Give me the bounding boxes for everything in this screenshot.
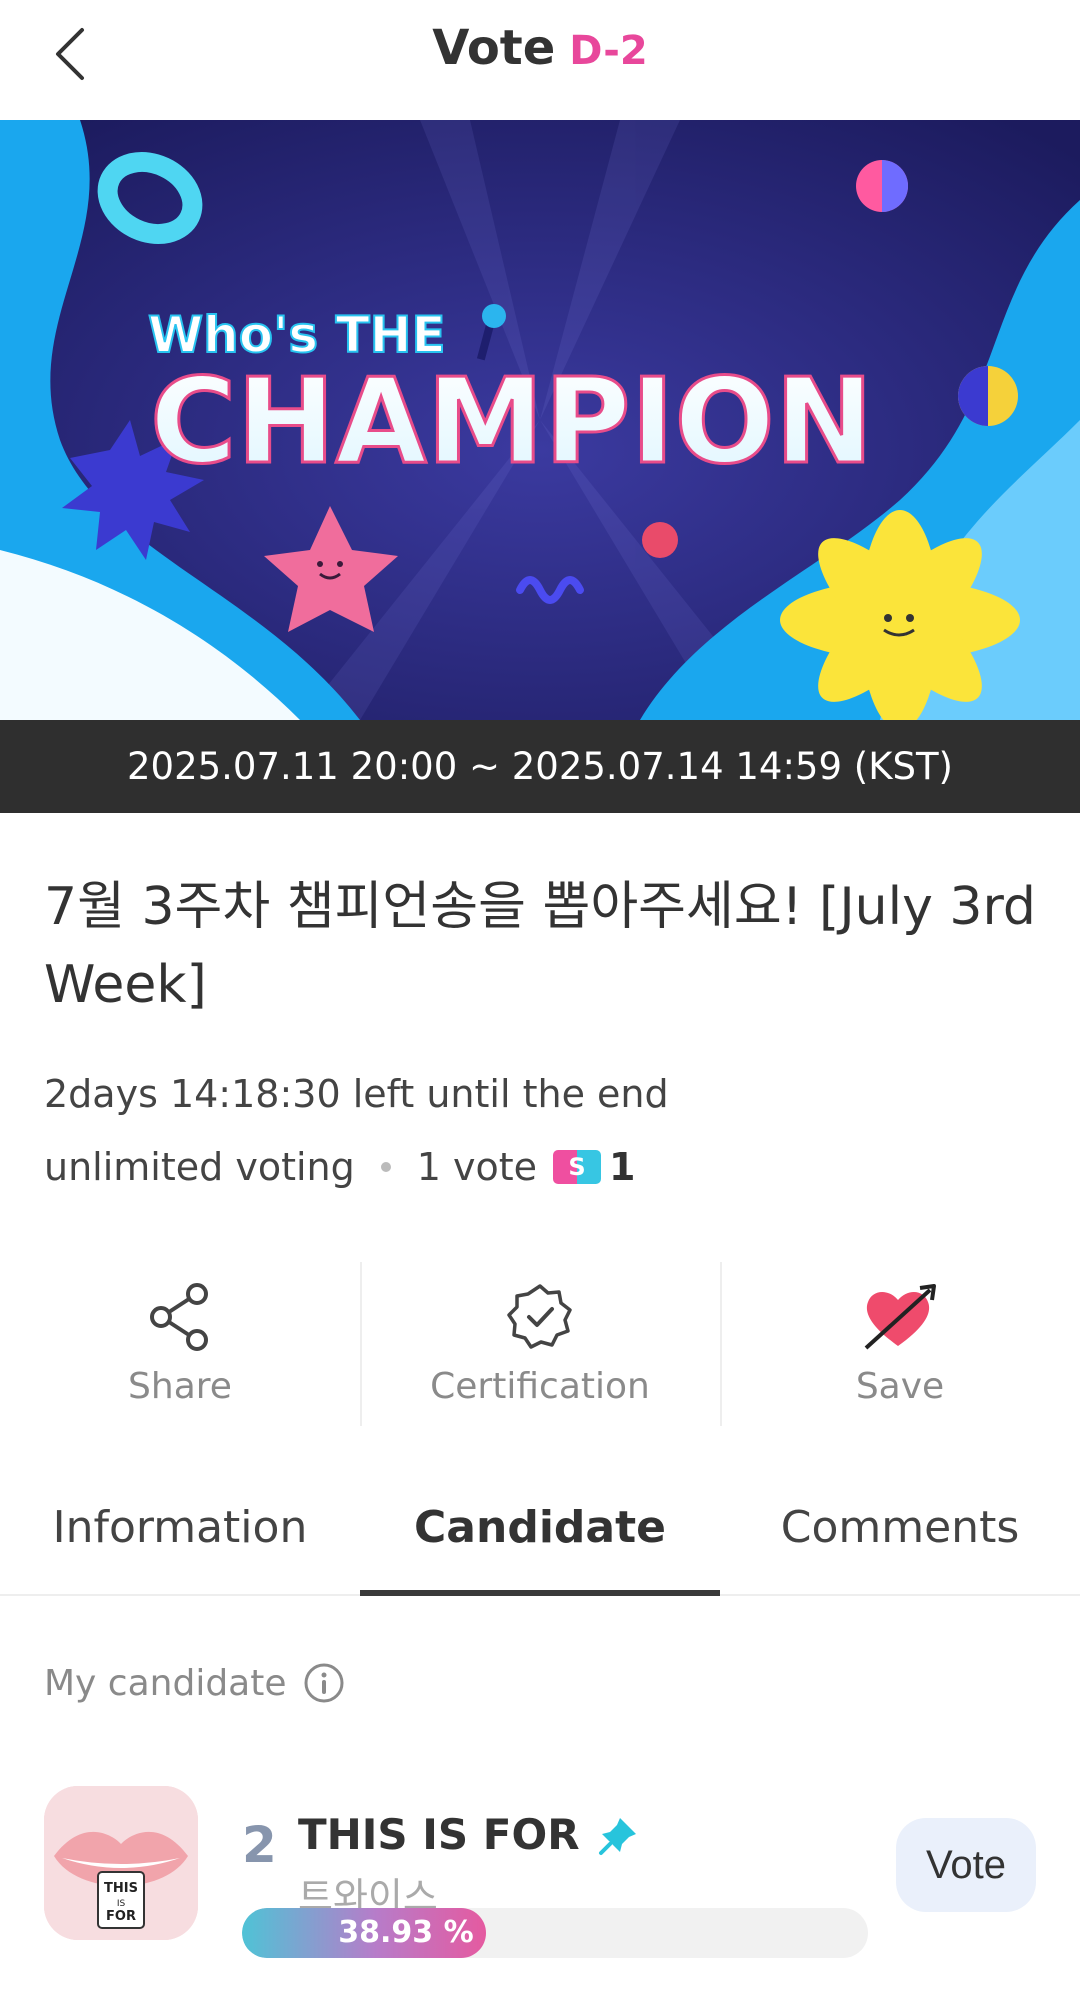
vote-meta: unlimited voting 1 vote 1 bbox=[44, 1142, 635, 1192]
candidate-rank: 2 bbox=[242, 1816, 277, 1874]
vote-button[interactable]: Vote bbox=[896, 1818, 1036, 1912]
certification-button[interactable]: Certification bbox=[360, 1262, 720, 1428]
certification-badge-icon bbox=[507, 1284, 572, 1349]
my-candidate-label: My candidate bbox=[44, 1662, 287, 1704]
candidate-song-title: THIS IS FOR bbox=[298, 1810, 580, 1859]
top-bar: Vote D-2 bbox=[0, 0, 1080, 120]
share-icon bbox=[150, 1283, 208, 1351]
heart-arrow-icon bbox=[864, 1284, 936, 1350]
tab-bar: Information Candidate Comments bbox=[0, 1480, 1080, 1596]
page-title-text: Vote bbox=[432, 20, 556, 76]
action-bar: Share Certification Save bbox=[0, 1262, 1080, 1428]
tab-information[interactable]: Information bbox=[0, 1480, 360, 1594]
vote-unit: 1 vote bbox=[416, 1145, 538, 1189]
star-ticket-icon bbox=[553, 1150, 602, 1184]
share-button[interactable]: Share bbox=[0, 1262, 360, 1428]
save-label: Save bbox=[855, 1366, 945, 1407]
vote-share-percent: 38.93 % bbox=[338, 1915, 474, 1950]
vote-period: 2025.07.11 20:00 ~ 2025.07.14 14:59 (KST… bbox=[0, 720, 1080, 813]
svg-text:THIS: THIS bbox=[104, 1881, 138, 1896]
my-candidate-heading: My candidate bbox=[44, 1662, 345, 1704]
vote-title: 7월 3주차 챔피언송을 뽑아주세요! [July 3rd Week] bbox=[44, 877, 1036, 1015]
countdown-text: 2days 14:18:30 left until the end bbox=[44, 1072, 669, 1116]
svg-text:FOR: FOR bbox=[106, 1909, 136, 1924]
info-icon[interactable] bbox=[303, 1662, 345, 1704]
certification-label: Certification bbox=[430, 1366, 650, 1407]
page-title: Vote D-2 bbox=[0, 20, 1080, 76]
candidate-row: THIS IS FOR 2 THIS IS FOR 트와이스 38.93 % V… bbox=[44, 1786, 1036, 1958]
svg-text:IS: IS bbox=[117, 1899, 126, 1909]
tab-comments[interactable]: Comments bbox=[720, 1480, 1080, 1594]
vote-banner-image: Who's THE CHAMPION bbox=[0, 120, 1080, 720]
vote-cost: 1 bbox=[609, 1145, 636, 1189]
tab-candidate[interactable]: Candidate bbox=[360, 1480, 720, 1596]
save-button[interactable]: Save bbox=[720, 1262, 1080, 1428]
vote-share-bar: 38.93 % bbox=[242, 1908, 868, 1958]
candidate-song: THIS IS FOR bbox=[298, 1810, 640, 1859]
pin-icon[interactable] bbox=[598, 1814, 640, 1856]
album-cover-image: THIS IS FOR bbox=[44, 1786, 198, 1940]
vote-share-fill: 38.93 % bbox=[242, 1908, 486, 1958]
separator-dot bbox=[380, 1162, 391, 1172]
voting-type: unlimited voting bbox=[44, 1145, 355, 1189]
banner-line2: CHAMPION bbox=[150, 352, 874, 490]
share-label: Share bbox=[128, 1366, 232, 1407]
dday-badge: D-2 bbox=[569, 28, 648, 74]
